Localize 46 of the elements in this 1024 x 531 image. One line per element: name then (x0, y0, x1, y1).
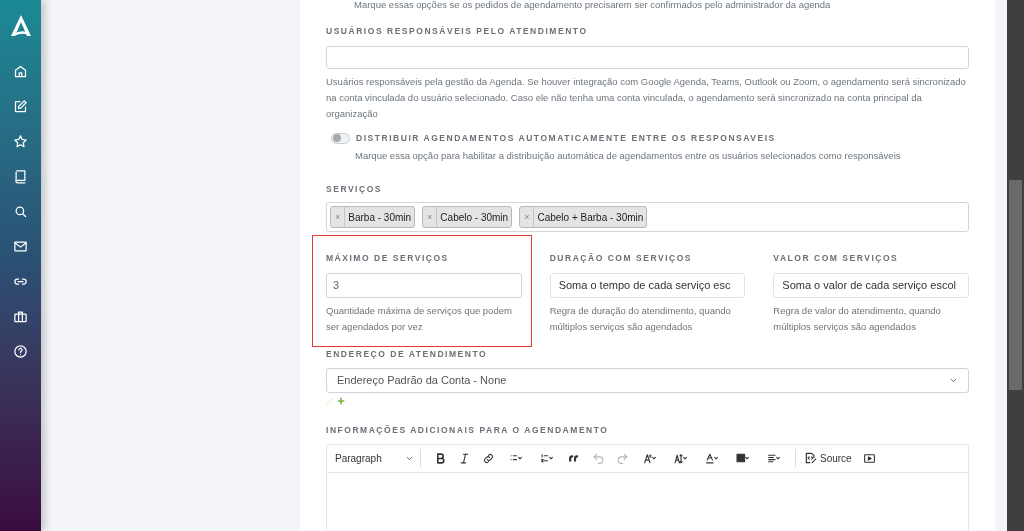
logo-icon[interactable] (9, 14, 32, 38)
help-text: Usuários responsáveis pela gestão da Agenda. Se houver integração com Google Agenda, Teams, Outlook ou Zoom, o agendamento será sincronizado na conta vinculada do usuário selecionado. Caso ele não tenha uma conta vinculada, o agendamento será sincronizado na conta principal da organização (326, 74, 967, 121)
input-field[interactable] (326, 45, 969, 69)
search-icon[interactable] (13, 204, 28, 219)
tag-label: Cabelo - 30min (439, 210, 510, 225)
field-label: USUÁRIOS RESPONSÁVEIS PELO ATENDIMENTO (326, 25, 589, 38)
paragraph-dropdown[interactable]: Paragraph (335, 449, 421, 467)
tag-label: Cabelo + Barba - 30min (536, 210, 645, 225)
field-label: DURAÇÃO COM SERVIÇOS (549, 252, 694, 265)
tag-field[interactable]: × Barba - 30min × Cabelo - 30min × Cabelo + Barba - 30min (326, 202, 969, 233)
edit-icon[interactable] (13, 99, 28, 114)
toggle-label: DISTRIBUIR AGENDAMENTOS AUTOMATICAMENTE ENTRE OS RESPONSAVEIS (356, 131, 776, 145)
field-label: SERVIÇOS (326, 182, 383, 196)
help-text: Quantidade máxima de serviços que podem ser agendados por vez (326, 304, 513, 334)
help-text: Regra de valor do atendimento, quando múltiplos serviços são agendados (773, 304, 942, 334)
scrollbar[interactable] (1007, 0, 1024, 531)
toggle-switch[interactable] (331, 132, 350, 144)
star-icon[interactable] (13, 134, 28, 149)
select-field[interactable]: Soma o valor de cada serviço escol (773, 273, 969, 298)
service-tag[interactable]: × Cabelo + Barba - 30min (519, 206, 648, 229)
help-text: Marque essas opções se os pedidos de agendamento precisarem ser confirmados pelo administrador da agenda (353, 0, 832, 12)
source-button[interactable]: Source (795, 449, 852, 467)
help-icon[interactable] (13, 344, 28, 359)
field-label: MÁXIMO DE SERVIÇOS (326, 252, 450, 265)
help-text: Marque essa opção para habilitar a distribuição automática de agendamentos entre os usuários selecionados como responsáveis (354, 148, 902, 163)
media-icon[interactable] (862, 451, 876, 465)
mail-icon[interactable] (13, 239, 28, 254)
service-tag[interactable]: × Cabelo - 30min (422, 206, 513, 229)
bold-icon[interactable] (434, 451, 447, 465)
italic-icon[interactable] (458, 451, 471, 465)
source-code-icon[interactable] (804, 451, 818, 465)
scrollbar-thumb[interactable] (1009, 180, 1022, 390)
select-field[interactable]: Soma o tempo de cada serviço esc (549, 273, 746, 298)
field-label: ENDEREÇO DE ATENDIMENTO (326, 348, 489, 361)
select-field[interactable]: Endereço Padrão da Conta - None (326, 367, 969, 393)
tag-label: Barba - 30min (347, 210, 413, 225)
briefcase-icon[interactable] (13, 309, 28, 324)
input-field[interactable]: 3 (326, 273, 522, 298)
link-icon[interactable] (482, 451, 495, 465)
field-label: VALOR COM SERVIÇOS (773, 252, 900, 265)
help-text: Regra de duração do atendimento, quando múltiplos serviços são agendados (549, 304, 732, 334)
rich-text-editor[interactable]: Paragraph Source (326, 443, 969, 531)
home-icon[interactable] (13, 64, 28, 79)
service-tag[interactable]: × Barba - 30min (330, 206, 416, 229)
book-icon[interactable] (13, 169, 28, 184)
field-label: INFORMAÇÕES ADICIONAIS PARA O AGENDAMENTO (326, 423, 610, 437)
